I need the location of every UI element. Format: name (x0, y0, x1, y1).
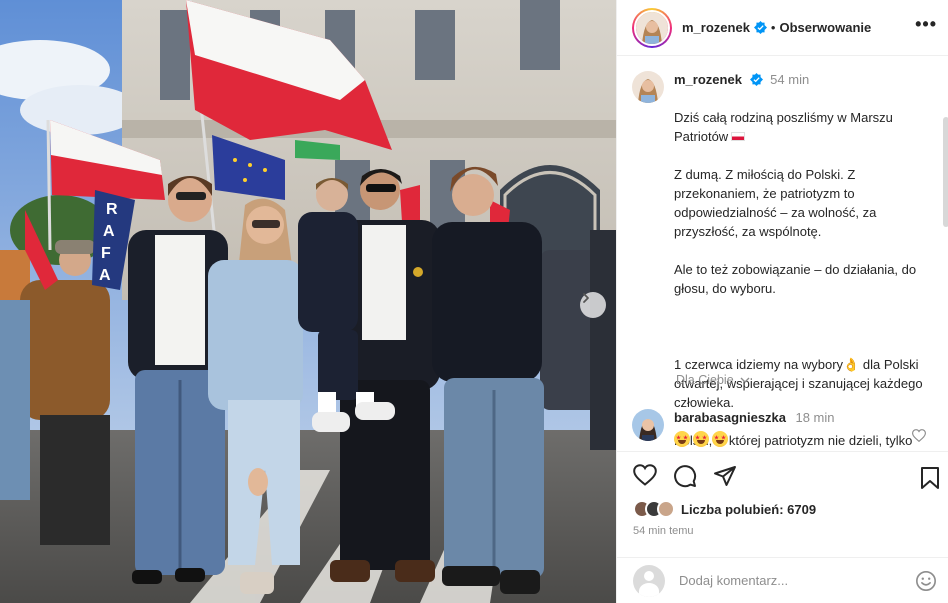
verified-badge-icon (753, 21, 767, 34)
share-icon[interactable] (713, 464, 737, 488)
comment-like-heart-icon[interactable] (912, 429, 926, 442)
star-struck-emoji-icon (674, 431, 690, 447)
caption-avatar[interactable] (632, 71, 664, 103)
follow-button[interactable]: Obserwowanie (779, 20, 871, 35)
banner-letter: R (106, 201, 118, 218)
star-struck-emoji-icon (693, 431, 709, 447)
post-details-panel: m_rozenek • Obserwowanie ••• m_rozenek 5… (616, 0, 948, 603)
comment-icon[interactable] (673, 464, 697, 488)
bookmark-icon[interactable] (919, 466, 941, 490)
translate-label: Dla Ciebie (676, 373, 734, 387)
current-user-avatar (633, 564, 665, 597)
chevron-down-icon (740, 377, 750, 383)
comments-area[interactable]: m_rozenek 54 min Dziś całą rodziną poszl… (617, 57, 948, 450)
caption-time: 54 min (770, 72, 810, 87)
next-image-button[interactable] (580, 292, 606, 318)
avatar-image (632, 409, 664, 441)
post-actions: Liczba polubień: 6709 54 min temu (617, 451, 948, 603)
heart-icon[interactable] (633, 464, 657, 486)
more-options-button[interactable]: ••• (915, 14, 937, 35)
banner-letter: F (101, 245, 111, 262)
comment-input[interactable] (679, 573, 899, 588)
march-photo-illustration: R A F A (0, 0, 616, 603)
see-translation-link[interactable]: Dla Ciebie (676, 373, 750, 387)
verified-badge-icon (749, 73, 763, 86)
caption-line: Ale to też zobowiązanie – do działania, … (674, 262, 917, 296)
comment-text (674, 431, 835, 447)
caption-text: Dziś całą rodziną poszliśmy w Marszu Pat… (674, 89, 944, 450)
commenter-username[interactable]: barabasagnieszka (674, 410, 786, 425)
comment-item: barabasagnieszka 18 min (632, 409, 932, 447)
comments-scrollbar[interactable] (943, 117, 948, 227)
liker-avatar (657, 500, 675, 518)
smiley-icon[interactable] (915, 570, 937, 592)
likes-prefix: Liczba polubień: (681, 501, 788, 517)
story-avatar[interactable] (632, 7, 672, 48)
person-boy-right (432, 166, 544, 594)
username[interactable]: m_rozenek (682, 20, 750, 35)
caption-line: Dziś całą rodziną poszliśmy w Marszu Pat… (674, 110, 893, 144)
liker-avatars (633, 500, 675, 518)
avatar-image (636, 11, 668, 44)
separator-dot: • (770, 20, 776, 35)
poland-flag-icon (731, 132, 746, 141)
post-timestamp: 54 min temu (633, 525, 694, 537)
caption-username[interactable]: m_rozenek (674, 72, 742, 87)
commenter-avatar[interactable] (632, 409, 664, 441)
post-header: m_rozenek • Obserwowanie ••• (617, 0, 948, 56)
chevron-right-icon (583, 293, 589, 303)
caption-body: m_rozenek 54 min Dziś całą rodziną poszl… (674, 71, 944, 450)
banner-letter: A (103, 223, 115, 240)
banner-letter: A (99, 267, 111, 284)
add-comment-bar (617, 557, 948, 603)
likes-count: 6709 (787, 501, 817, 517)
avatar-image (632, 71, 664, 103)
caption: m_rozenek 54 min Dziś całą rodziną poszl… (632, 71, 944, 450)
likes-summary[interactable]: Liczba polubień: 6709 (633, 500, 816, 518)
star-struck-emoji-icon (712, 431, 728, 447)
caption-line: Z dumą. Z miłością do Polski. Z przekona… (674, 167, 877, 239)
likes-count-text: Liczba polubień: 6709 (681, 502, 816, 517)
comment-time: 18 min (795, 410, 835, 425)
comment-body: barabasagnieszka 18 min (674, 409, 835, 447)
post-photo: R A F A (0, 0, 616, 603)
